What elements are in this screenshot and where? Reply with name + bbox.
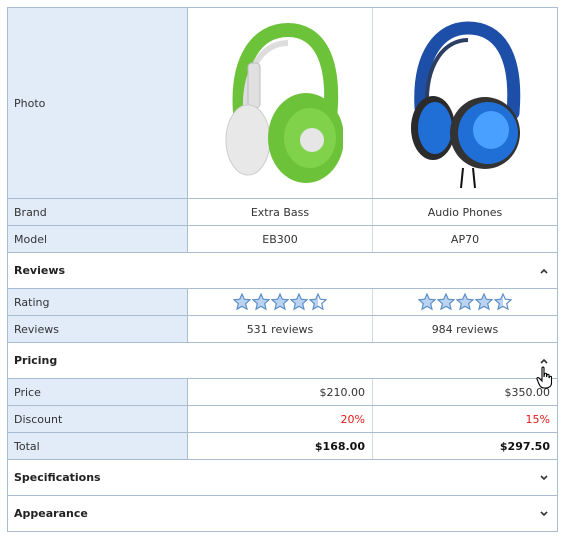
chevron-down-icon[interactable] — [539, 509, 549, 519]
reviews-value-2: 984 reviews — [372, 316, 557, 342]
photo-label: Photo — [8, 8, 188, 198]
photo-row: Photo — [8, 8, 557, 198]
group-title-specifications: Specifications — [14, 471, 101, 484]
rating-row: Rating — [8, 288, 557, 315]
group-title-appearance: Appearance — [14, 507, 88, 520]
star-icon — [494, 293, 512, 311]
reviews-row: Reviews 531 reviews 984 reviews — [8, 315, 557, 342]
headphones-green-image — [225, 22, 343, 183]
total-label: Total — [8, 433, 188, 459]
chevron-up-icon[interactable] — [539, 266, 549, 276]
price-row: Price $210.00 $350.00 — [8, 378, 557, 405]
model-label: Model — [8, 226, 188, 252]
discount-row: Discount 20% 15% — [8, 405, 557, 432]
total-row: Total $168.00 $297.50 — [8, 432, 557, 459]
rating-value-1 — [188, 289, 372, 315]
group-header-reviews[interactable]: Reviews — [8, 252, 557, 288]
total-value-1: $168.00 — [314, 439, 365, 453]
group-title-reviews: Reviews — [14, 264, 66, 277]
star-icon — [418, 293, 436, 311]
star-icon — [475, 293, 493, 311]
star-rating — [233, 293, 327, 311]
brand-row: Brand Extra Bass Audio Phones — [8, 198, 557, 225]
model-row: Model EB300 AP70 — [8, 225, 557, 252]
model-value-1: EB300 — [262, 232, 298, 246]
group-header-pricing[interactable]: Pricing — [8, 342, 557, 378]
total-value-2: $297.50 — [372, 433, 557, 459]
discount-value-1: 20% — [340, 412, 365, 426]
star-icon — [456, 293, 474, 311]
price-value-2: $350.00 — [372, 379, 557, 405]
brand-value-1: Extra Bass — [250, 205, 310, 219]
product-photo-2 — [372, 8, 557, 198]
brand-label: Brand — [8, 199, 188, 225]
star-icon — [271, 293, 289, 311]
chevron-up-icon[interactable] — [539, 356, 549, 366]
brand-value-2: Audio Phones — [372, 199, 557, 225]
product-photo-1 — [188, 8, 372, 198]
star-icon — [309, 293, 327, 311]
star-icon — [290, 293, 308, 311]
model-value-2: AP70 — [372, 226, 557, 252]
discount-label: Discount — [8, 406, 188, 432]
group-title-pricing: Pricing — [14, 354, 58, 367]
rating-value-2 — [372, 289, 557, 315]
rating-label: Rating — [8, 289, 188, 315]
group-header-appearance[interactable]: Appearance — [8, 495, 557, 531]
reviews-value-1: 531 reviews — [246, 322, 314, 336]
headphones-blue-image — [410, 21, 520, 188]
product-comparison-table: Photo Brand Extra Bass Audio Phones Mode… — [7, 7, 558, 532]
star-rating — [418, 293, 512, 311]
group-header-specifications[interactable]: Specifications — [8, 459, 557, 495]
price-value-1: $210.00 — [319, 385, 366, 399]
star-icon — [252, 293, 270, 311]
chevron-down-icon[interactable] — [539, 473, 549, 483]
price-label: Price — [8, 379, 188, 405]
star-icon — [233, 293, 251, 311]
hand-cursor-icon — [536, 366, 553, 389]
discount-value-2: 15% — [372, 406, 557, 432]
reviews-label: Reviews — [8, 316, 188, 342]
star-icon — [437, 293, 455, 311]
